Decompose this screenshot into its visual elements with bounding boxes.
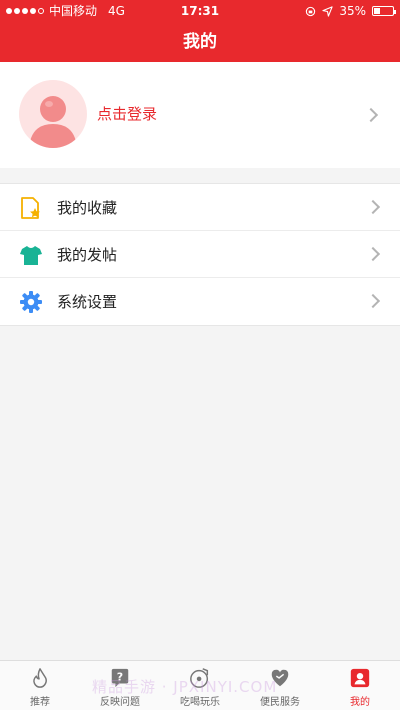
- battery-percent: 35%: [339, 4, 366, 18]
- tab-recommend[interactable]: 推荐: [0, 661, 80, 710]
- tab-mine[interactable]: 我的: [320, 661, 400, 710]
- flame-icon: [33, 668, 47, 688]
- tab-label: 推荐: [30, 697, 50, 708]
- status-right: 35%: [305, 0, 396, 22]
- profile-icon: [350, 668, 370, 688]
- battery-fill: [374, 8, 381, 14]
- menu-item-label: 我的发帖: [57, 246, 118, 264]
- tab-label: 我的: [350, 697, 370, 708]
- header: 中国移动 4G 17:31 35% 我的: [0, 0, 400, 62]
- gear-icon: [20, 291, 42, 313]
- favorites-icon: [21, 197, 40, 219]
- status-bar: 中国移动 4G 17:31 35%: [0, 0, 400, 22]
- location-icon: [322, 5, 333, 17]
- menu-item-label: 系统设置: [57, 293, 118, 311]
- watermark-text: 精品手游 · JPXINYI.COM: [92, 678, 278, 696]
- page-title: 我的: [183, 32, 217, 52]
- battery-icon: [372, 6, 396, 16]
- menu-item-posts[interactable]: 我的发帖: [0, 231, 400, 278]
- menu-item-label: 我的收藏: [57, 199, 118, 217]
- chevron-right-icon: [363, 107, 379, 123]
- login-row[interactable]: 点击登录: [0, 62, 400, 168]
- chevron-right-icon: [365, 246, 381, 262]
- menu-item-favorites[interactable]: 我的收藏: [0, 184, 400, 231]
- user-avatar-icon: [19, 80, 87, 148]
- rotation-lock-icon: [306, 6, 316, 16]
- tshirt-icon: [20, 246, 42, 265]
- menu-list: 我的收藏 我的发帖 系统设置: [0, 183, 400, 326]
- menu-item-settings[interactable]: 系统设置: [0, 278, 400, 325]
- chevron-right-icon: [365, 293, 381, 309]
- chevron-right-icon: [365, 199, 381, 215]
- login-label[interactable]: 点击登录: [97, 103, 157, 124]
